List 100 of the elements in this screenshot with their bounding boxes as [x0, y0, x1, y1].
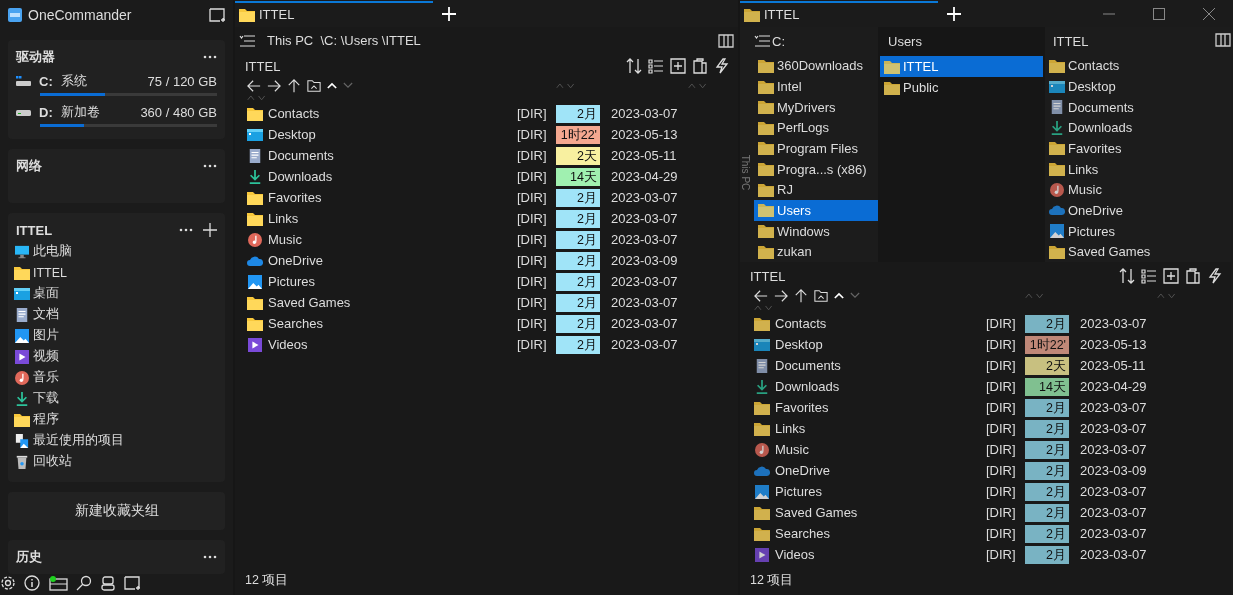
- folder-item[interactable]: Documents: [1045, 96, 1231, 118]
- new-item-icon[interactable]: [1163, 268, 1179, 284]
- list-view-icon[interactable]: [1141, 268, 1157, 284]
- folder-item[interactable]: Saved Games: [1045, 241, 1231, 262]
- favorite-item[interactable]: 回收站: [33, 453, 72, 470]
- more-icon[interactable]: [179, 228, 193, 232]
- file-name[interactable]: Documents: [268, 148, 512, 163]
- file-name[interactable]: Links: [775, 421, 981, 436]
- folder-item[interactable]: Public: [880, 77, 1043, 98]
- file-name[interactable]: Searches: [775, 526, 981, 541]
- more-icon[interactable]: [203, 555, 217, 559]
- clipboard-icon[interactable]: [1185, 268, 1201, 284]
- parent-folder-icon[interactable]: [307, 78, 321, 93]
- file-name[interactable]: Desktop: [775, 337, 981, 352]
- folder-item[interactable]: Desktop: [1045, 76, 1231, 97]
- breadcrumb-path[interactable]: This PC \C: \Users \ITTEL: [267, 33, 706, 48]
- folder-item[interactable]: Users: [754, 200, 878, 221]
- clipboard-icon[interactable]: [692, 58, 708, 74]
- lightning-icon[interactable]: [1207, 268, 1223, 284]
- drive-label[interactable]: 系统: [60, 72, 140, 90]
- folder-item[interactable]: Windows: [754, 220, 878, 242]
- folder-item[interactable]: Favorites: [1045, 138, 1231, 159]
- file-name[interactable]: Downloads: [268, 169, 512, 184]
- menu-icon[interactable]: [239, 34, 255, 47]
- new-group-button[interactable]: 新建收藏夹组: [8, 492, 225, 530]
- folder-item[interactable]: Links: [1045, 158, 1231, 180]
- folder-item[interactable]: Music: [1045, 179, 1231, 201]
- back-arrow-icon[interactable]: [247, 78, 261, 93]
- layout-icon[interactable]: [48, 575, 68, 591]
- folder-item[interactable]: RJ: [754, 179, 878, 201]
- favorite-item[interactable]: 视频: [33, 348, 59, 365]
- drive-letter[interactable]: C:: [39, 73, 53, 89]
- more-icon[interactable]: [203, 55, 217, 59]
- collapse-chevron-icon[interactable]: [327, 82, 337, 90]
- maximize-icon[interactable]: [1153, 7, 1165, 20]
- search-icon[interactable]: [76, 575, 92, 591]
- file-name[interactable]: Saved Games: [775, 505, 981, 520]
- add-icon[interactable]: [203, 223, 217, 237]
- sort-icon[interactable]: [626, 58, 642, 74]
- columns-icon[interactable]: [718, 33, 734, 48]
- file-name[interactable]: Contacts: [268, 106, 512, 121]
- folder-item[interactable]: Intel: [754, 76, 878, 97]
- folder-item[interactable]: OneDrive: [1045, 200, 1231, 221]
- file-name[interactable]: Contacts: [775, 316, 981, 331]
- up-arrow-icon[interactable]: [287, 78, 301, 93]
- list-view-icon[interactable]: [648, 58, 664, 74]
- new-tab-icon[interactable]: [946, 5, 962, 22]
- close-icon[interactable]: [1203, 7, 1215, 20]
- menu-icon[interactable]: [754, 35, 770, 48]
- favorite-item[interactable]: 程序: [33, 411, 59, 428]
- file-name[interactable]: Pictures: [775, 484, 981, 499]
- columns-icon[interactable]: [1215, 32, 1231, 47]
- favorite-item[interactable]: 此电脑: [33, 243, 72, 260]
- back-arrow-icon[interactable]: [754, 288, 768, 303]
- file-name[interactable]: Music: [775, 442, 981, 457]
- new-window-icon[interactable]: [124, 575, 140, 591]
- new-window-icon[interactable]: [209, 7, 225, 23]
- new-item-icon[interactable]: [670, 58, 686, 74]
- file-name[interactable]: Music: [268, 232, 512, 247]
- folder-item[interactable]: Downloads: [1045, 117, 1231, 139]
- file-name[interactable]: Favorites: [268, 190, 512, 205]
- file-name[interactable]: Links: [268, 211, 512, 226]
- forward-arrow-icon[interactable]: [774, 288, 788, 303]
- folder-item[interactable]: Contacts: [1045, 55, 1231, 77]
- up-arrow-icon[interactable]: [794, 288, 808, 303]
- expand-chevron-icon[interactable]: [343, 82, 353, 90]
- folder-item[interactable]: Progra...s (x86): [754, 158, 878, 180]
- drive-label[interactable]: 新加卷: [60, 103, 133, 121]
- favorite-item[interactable]: 音乐: [33, 369, 59, 386]
- favorite-item[interactable]: 下载: [33, 390, 59, 407]
- favorite-item[interactable]: 桌面: [33, 285, 59, 302]
- favorite-item[interactable]: 文档: [33, 306, 59, 323]
- sort-icon[interactable]: [1119, 268, 1135, 284]
- file-name[interactable]: OneDrive: [268, 253, 512, 268]
- favorite-item[interactable]: ITTEL: [33, 265, 68, 280]
- file-name[interactable]: Favorites: [775, 400, 981, 415]
- file-name[interactable]: OneDrive: [775, 463, 981, 478]
- folder-item[interactable]: Pictures: [1045, 220, 1231, 242]
- folder-item[interactable]: ITTEL: [880, 56, 1043, 77]
- parent-folder-icon[interactable]: [814, 288, 828, 303]
- file-name[interactable]: Pictures: [268, 274, 512, 289]
- folder-item[interactable]: Program Files: [754, 138, 878, 159]
- folder-item[interactable]: 360Downloads: [754, 55, 878, 77]
- folder-item[interactable]: MyDrivers: [754, 96, 878, 118]
- file-name[interactable]: Desktop: [268, 127, 512, 142]
- favorite-item[interactable]: 图片: [33, 327, 59, 344]
- file-name[interactable]: Videos: [268, 337, 512, 352]
- expand-chevron-icon[interactable]: [850, 292, 860, 300]
- forward-arrow-icon[interactable]: [267, 78, 281, 93]
- file-name[interactable]: Saved Games: [268, 295, 512, 310]
- file-name[interactable]: Searches: [268, 316, 512, 331]
- robot-icon[interactable]: [100, 575, 116, 591]
- favorite-item[interactable]: 最近使用的项目: [33, 432, 124, 449]
- file-name[interactable]: Downloads: [775, 379, 981, 394]
- collapse-chevron-icon[interactable]: [834, 292, 844, 300]
- tab[interactable]: ITTEL: [235, 0, 433, 27]
- folder-item[interactable]: PerfLogs: [754, 117, 878, 139]
- more-icon[interactable]: [203, 164, 217, 168]
- file-name[interactable]: Videos: [775, 547, 981, 562]
- settings-icon[interactable]: [0, 575, 16, 591]
